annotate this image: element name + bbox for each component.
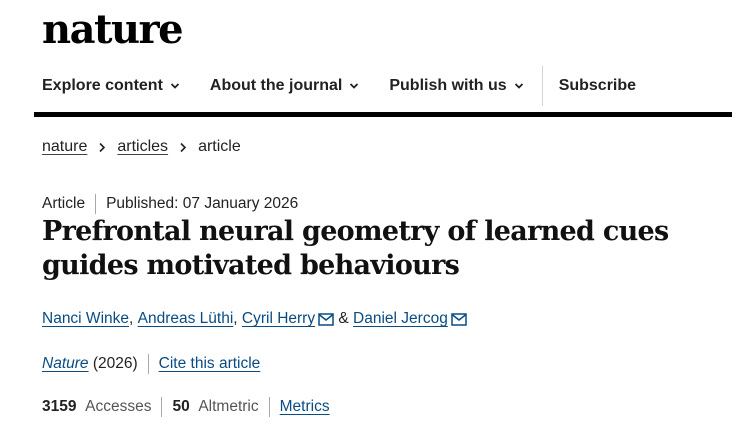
chevron-down-icon <box>170 83 180 89</box>
email-icon[interactable] <box>318 312 334 326</box>
nav-about-journal-label: About the journal <box>209 77 343 94</box>
altmetric-label-text: Altmetric <box>198 398 259 415</box>
breadcrumb-current: article <box>198 138 241 155</box>
accesses-label-text: Accesses <box>85 398 152 415</box>
meta-divider <box>95 194 97 214</box>
author-separator: , <box>233 310 242 327</box>
article-title: Prefrontal neural geometry of learned cu… <box>42 216 669 281</box>
chevron-right-icon <box>99 142 106 152</box>
altmetric-label: Altmetric <box>190 398 259 416</box>
breadcrumb-articles-link[interactable]: articles <box>117 138 168 156</box>
author-link[interactable]: Daniel Jercog <box>353 310 448 328</box>
author-list: Nanci Winke , Andreas Lüthi , Cyril Herr… <box>42 310 467 328</box>
publication-year-text: (2026) <box>92 355 138 372</box>
metrics-row: 3159 Accesses 50 Altmetric Metrics <box>42 397 330 417</box>
author-link[interactable]: Nanci Winke <box>42 310 129 328</box>
citation-row: Nature (2026) Cite this article <box>42 354 260 374</box>
author-link[interactable]: Cyril Herry <box>242 310 315 328</box>
publication-year: (2026) <box>89 355 138 373</box>
breadcrumb: nature articles article <box>42 138 241 156</box>
metrics-link[interactable]: Metrics <box>280 398 330 416</box>
nav-subscribe-label: Subscribe <box>558 77 637 94</box>
nature-logo[interactable]: nature <box>42 4 184 56</box>
altmetric-score: 50 <box>172 398 190 415</box>
chevron-right-icon <box>180 142 187 152</box>
accesses-count: 3159 <box>42 398 77 415</box>
nav-subscribe[interactable]: Subscribe <box>559 77 636 95</box>
nav-publish-with-us-label: Publish with us <box>389 77 507 94</box>
article-meta: Article Published: 07 January 2026 <box>42 194 298 214</box>
author-separator: , <box>129 310 138 327</box>
email-icon[interactable] <box>451 312 467 326</box>
published-date: Published: 07 January 2026 <box>106 195 299 212</box>
chevron-down-icon <box>350 83 359 89</box>
nav-divider <box>541 66 543 106</box>
metrics-divider <box>268 397 270 417</box>
journal-link[interactable]: Nature <box>42 355 89 373</box>
header-rule <box>34 112 732 117</box>
nav-about-journal[interactable]: About the journal <box>210 77 359 95</box>
nav-explore-content[interactable]: Explore content <box>42 77 180 95</box>
main-nav: Explore content About the journal Publis… <box>42 66 666 106</box>
chevron-down-icon <box>514 83 523 89</box>
author-separator: & <box>334 310 354 327</box>
accesses-label: Accesses <box>76 398 151 416</box>
metrics-divider <box>161 397 163 417</box>
cite-this-article-link[interactable]: Cite this article <box>159 355 261 373</box>
nav-publish-with-us[interactable]: Publish with us <box>389 77 523 95</box>
cite-divider <box>147 354 149 374</box>
nav-explore-content-label: Explore content <box>42 77 163 94</box>
breadcrumb-nature-link[interactable]: nature <box>42 138 87 156</box>
author-link[interactable]: Andreas Lüthi <box>138 310 234 328</box>
article-type: Article <box>42 195 86 212</box>
